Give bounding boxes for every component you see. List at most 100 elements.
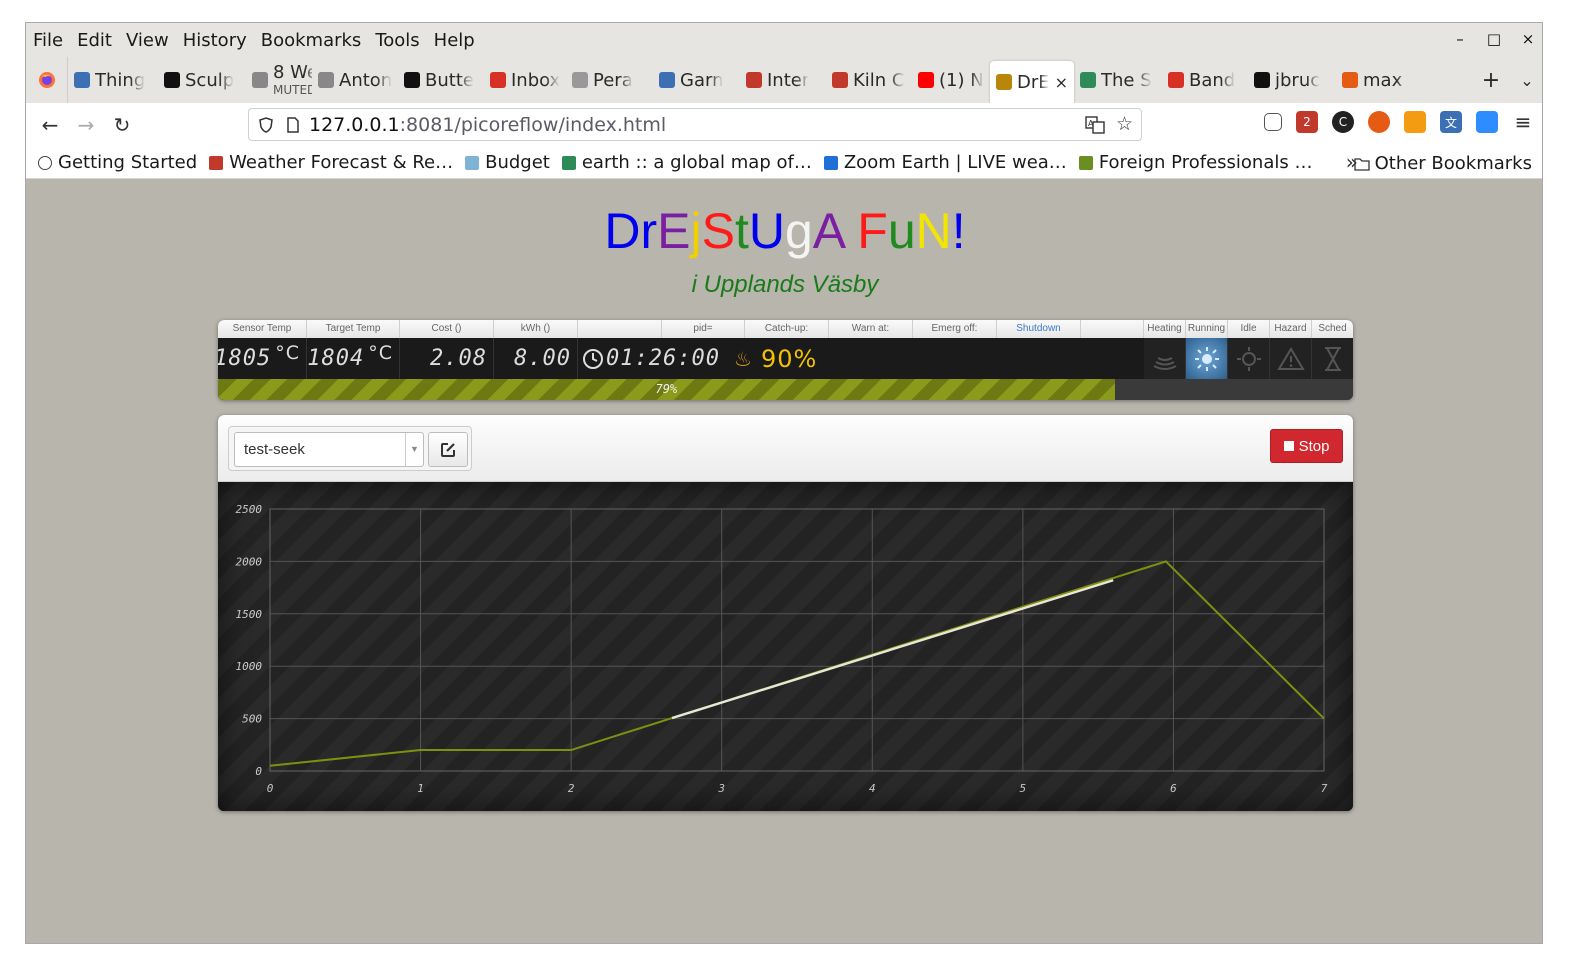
x-tick-label: 5	[1020, 782, 1027, 795]
header-sensor-temp: Sensor Temp	[218, 320, 307, 338]
tab-11[interactable]: DrE ×	[990, 61, 1074, 103]
tab-12[interactable]: The S	[1074, 57, 1162, 103]
tab-favicon-icon	[996, 74, 1012, 90]
x-tick-label: 7	[1321, 782, 1328, 795]
pocket-icon[interactable]	[1264, 113, 1282, 131]
tab-1[interactable]: Sculp	[158, 57, 246, 103]
firefox-icon	[38, 72, 55, 88]
address-bar[interactable]: 127.0.0.1:8081/picoreflow/index.html A ☆	[248, 108, 1142, 141]
bookmark-star-icon[interactable]: ☆	[1116, 113, 1133, 135]
c-extension-icon[interactable]: C	[1332, 111, 1354, 133]
kwh-value: 8.00	[514, 346, 571, 371]
bookmark-item-4[interactable]: Zoom Earth | LIVE wea…	[823, 152, 1067, 173]
hamburger-menu-icon[interactable]: ≡	[1512, 110, 1534, 134]
status-values-row: 1805 °C 1804 °C 2.08 8.00 01:26:00 ♨ 90%	[218, 338, 1353, 379]
time-display: 01:26:00	[578, 338, 728, 379]
url-host: 127.0.0.1	[309, 113, 400, 136]
todo-extension-icon[interactable]: 2	[1296, 111, 1318, 133]
new-tab-button[interactable]: +	[1472, 57, 1510, 103]
heat-percent-value: 90%	[760, 344, 818, 373]
idle-sun-icon	[1236, 346, 1261, 371]
translate-extension-icon[interactable]: 文	[1440, 111, 1462, 133]
menu-file[interactable]: File	[26, 30, 70, 51]
profile-select-value: test-seek	[244, 441, 305, 458]
tab-label: Garn	[680, 69, 724, 91]
header-sched: Sched	[1318, 323, 1347, 334]
tab-13[interactable]: Band	[1162, 57, 1248, 103]
stop-button-label: Stop	[1298, 437, 1330, 455]
menu-edit[interactable]: Edit	[70, 30, 119, 51]
back-button[interactable]: ←	[32, 107, 68, 143]
shutdown-link[interactable]: Shutdown	[997, 320, 1081, 338]
menu-view[interactable]: View	[119, 30, 176, 51]
other-bookmarks-folder[interactable]: Other Bookmarks	[1353, 153, 1532, 174]
tab-9[interactable]: Kiln C	[826, 57, 912, 103]
stop-icon	[1283, 441, 1294, 451]
bookmark-favicon-icon	[1078, 155, 1093, 170]
tab-5[interactable]: Inbox	[484, 57, 566, 103]
extensions-toolbar: 2 C 文 ≡	[1264, 110, 1534, 134]
tab-favicon-icon	[164, 72, 180, 88]
duckduckgo-icon[interactable]	[1368, 111, 1390, 133]
maximize-button[interactable]: □	[1486, 29, 1502, 49]
cost-display: 2.08	[400, 338, 494, 379]
title-letter: u	[887, 203, 916, 259]
warning-icon	[1276, 346, 1305, 370]
heat-waves-icon: ♨	[734, 346, 753, 371]
chevron-down-icon[interactable]: ▼	[405, 433, 423, 466]
firefox-view-button[interactable]	[26, 57, 68, 103]
tab-4[interactable]: Butte	[398, 57, 484, 103]
tab-label: Kiln C	[853, 69, 905, 91]
menu-tools[interactable]: Tools	[368, 30, 426, 51]
title-letter: E	[657, 203, 691, 259]
bookmark-item-3[interactable]: earth :: a global map of…	[561, 152, 812, 173]
cost-value: 2.08	[430, 346, 487, 371]
close-tab-icon[interactable]: ×	[1055, 73, 1068, 92]
tab-label: Inter	[767, 69, 810, 91]
bookmark-item-1[interactable]: Weather Forecast & Re…	[209, 152, 453, 173]
tab-label: Sculp	[185, 69, 235, 91]
tab-6[interactable]: Pera	[566, 57, 653, 103]
page-subtitle: i Upplands Väsby	[691, 271, 879, 298]
bookmark-favicon-icon	[209, 155, 224, 170]
page-icon[interactable]	[285, 116, 301, 134]
tab-15[interactable]: max 3	[1336, 57, 1416, 103]
tab-favicon-icon	[1254, 72, 1270, 88]
list-all-tabs-button[interactable]: ⌄	[1510, 57, 1542, 103]
sensor-temp-display: 1805 °C	[218, 338, 307, 379]
menu-help[interactable]: Help	[427, 30, 482, 51]
tab-0[interactable]: Thing	[68, 57, 158, 103]
close-window-button[interactable]: ×	[1520, 29, 1536, 49]
tab-favicon-icon	[404, 72, 420, 88]
honey-extension-icon[interactable]	[1404, 111, 1426, 133]
header-blank	[578, 320, 662, 338]
bookmark-item-5[interactable]: Foreign Professionals …	[1078, 152, 1312, 173]
shield-icon[interactable]	[257, 116, 275, 134]
zoom-extension-icon[interactable]	[1476, 111, 1498, 133]
tab-3[interactable]: Anton V	[312, 57, 398, 103]
menu-history[interactable]: History	[176, 30, 254, 51]
translate-icon[interactable]: A	[1085, 116, 1105, 134]
y-tick-label: 2500	[236, 503, 263, 516]
stop-button[interactable]: Stop	[1270, 429, 1343, 463]
tab-favicon-icon	[572, 72, 588, 88]
tab-10[interactable]: (1) N	[912, 57, 990, 103]
minimize-button[interactable]: –	[1452, 29, 1468, 49]
menu-bookmarks[interactable]: Bookmarks	[254, 30, 369, 51]
profile-select[interactable]: test-seek ▼	[234, 432, 424, 467]
reload-button[interactable]: ↻	[104, 107, 140, 143]
bookmark-label: Budget	[485, 152, 550, 173]
bookmark-item-2[interactable]: Budget	[465, 152, 550, 173]
bookmark-item-0[interactable]: Getting Started	[38, 152, 197, 173]
kwh-display: 8.00	[494, 338, 578, 379]
tab-14[interactable]: jbruc	[1248, 57, 1336, 103]
tab-7[interactable]: Garn	[653, 57, 740, 103]
progress-bar: 79%	[218, 379, 1353, 400]
tab-8[interactable]: Inter	[740, 57, 826, 103]
tab-favicon-icon	[832, 72, 848, 88]
edit-profile-button[interactable]	[428, 432, 468, 467]
x-tick-label: 4	[869, 782, 876, 795]
tab-2[interactable]: 8 WeMUTED	[246, 57, 312, 103]
title-letter: r	[640, 203, 658, 259]
forward-button[interactable]: →	[68, 107, 104, 143]
